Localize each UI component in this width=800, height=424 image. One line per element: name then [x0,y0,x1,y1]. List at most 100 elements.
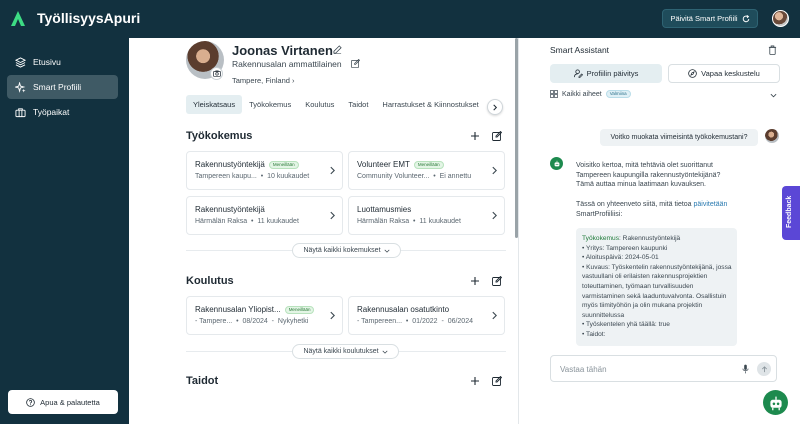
bot-summary-text-end: SmartProfiiliisi: [576,210,623,218]
work-card-org: Härmälän Raksa [357,218,410,225]
sidebar-item-label: Smart Profiili [33,82,82,92]
tab-profile-update[interactable]: Profiilin päivitys [550,64,662,83]
update-link[interactable]: päivitetään [694,201,728,208]
tab-skills[interactable]: Taidot [341,95,375,114]
edit-skills-icon[interactable] [492,376,502,386]
assistant-bot-button[interactable] [763,390,788,415]
help-circle-icon [26,397,35,407]
chat-input-box [550,355,777,382]
work-card-org: Community Volunteer... [357,173,430,180]
chevron-right-icon [330,311,335,320]
bot-summary-text: Tässä on yhteenveto siitä, mitä tietoa [576,201,694,208]
arrow-up-icon [761,365,767,372]
user-edit-icon [573,69,583,78]
chevron-down-icon[interactable] [770,92,777,99]
education-card[interactable]: Rakennusalan Yliopist... Meneillään - Tam… [186,296,343,335]
chevron-right-icon: › [292,76,295,85]
profile-location-text: Tampere, Finland [232,76,290,85]
help-feedback-label: Apua & palautetta [40,397,100,407]
add-skill-icon[interactable] [470,376,480,386]
show-all-education-button[interactable]: Näytä kaikki koulutukset [292,344,399,359]
feedback-tab[interactable]: Feedback [782,186,800,240]
education-card[interactable]: Rakennusalan osatutkinto - Tampereen... … [348,296,505,335]
work-card[interactable]: Rakennustyöntekijä Härmälän Raksa • 11 k… [186,196,343,235]
chat-input[interactable] [560,362,730,376]
work-experience-summary: Työkokemus: Rakennustyöntekijä • Yritys:… [576,228,737,346]
education-card-end: Nykyhetki [277,318,309,325]
edit-work-icon[interactable] [492,131,502,141]
edit-name-icon[interactable] [333,45,342,54]
summary-line: • Taidot: [582,330,606,338]
work-card[interactable]: Volunteer EMT Meneillään Community Volunt… [348,151,505,190]
briefcase-icon [15,107,26,117]
education-card-org: Tampere... [199,318,233,325]
work-card-title-text: Volunteer EMT [357,160,410,169]
add-education-icon[interactable] [470,276,480,286]
education-card-meta: - Tampereen... • 01/2022 - 06/2024 [357,318,473,325]
chevron-down-icon [384,249,390,253]
compass-icon [688,69,697,78]
ongoing-badge: Meneillään [284,305,315,314]
tab-profile-update-label: Profiilin päivitys [586,69,639,78]
education-card-title: Rakennusalan Yliopist... Meneillään [195,305,315,314]
user-message: Voitko muokata viimeisintä työkokemustan… [600,129,758,146]
edit-education-icon[interactable] [492,276,502,286]
app-logo-icon [11,11,25,26]
user-avatar[interactable] [772,10,789,27]
help-feedback-button[interactable]: Apua & palautetta [8,390,118,414]
work-card[interactable]: Luottamusmies Härmälän Raksa • 11 kuukau… [348,196,505,235]
tab-free-chat[interactable]: Vapaa keskustelu [668,64,780,83]
work-card-title-text: Luottamusmies [357,205,412,214]
change-photo-button[interactable] [210,67,223,80]
education-card-end: 06/2024 [447,318,473,325]
ongoing-badge: Meneillään [413,160,444,169]
summary-line: • Yritys: Tampereen kaupunki [582,244,668,252]
chevron-right-icon [492,211,497,220]
sidebar-item-jobs[interactable]: Työpaikat [7,100,118,124]
refresh-icon [742,14,749,22]
topics-selector[interactable]: Kaikki aiheet Valmiina [550,90,631,98]
camera-icon [212,70,221,77]
education-card-start: 08/2024 [242,318,268,325]
tab-overview[interactable]: Yleiskatsaus [186,95,243,114]
tab-hobbies[interactable]: Harrastukset & Kiinnostukset [375,95,485,114]
summary-heading: Työkokemus: Rakennustyöntekijä [582,234,737,244]
work-card-meta: Härmälän Raksa • 11 kuukaudet [357,218,461,225]
show-all-work-label: Näytä kaikki kokemukset [303,247,381,254]
education-card-start: 01/2022 [412,318,438,325]
education-card-title: Rakennusalan osatutkinto [357,305,449,314]
tab-education[interactable]: Koulutus [298,95,341,114]
microphone-icon[interactable] [742,364,749,374]
tab-work[interactable]: Työkokemus [242,95,298,114]
education-card-title-text: Rakennusalan osatutkinto [357,305,450,314]
robot-icon [769,396,782,410]
chevron-right-icon [330,211,335,220]
education-card-title-text: Rakennusalan Yliopist... [195,305,281,314]
tabs-scroll-right-button[interactable] [487,99,503,115]
work-card-title-text: Rakennustyöntekijä [195,160,265,169]
show-all-work-button[interactable]: Näytä kaikki kokemukset [292,243,401,258]
trash-icon[interactable] [768,45,777,55]
work-card-meta: Tampereen kaupu... • 10 kuukaudet [195,173,310,180]
add-work-icon[interactable] [470,131,480,141]
sidebar-item-smart-profile[interactable]: Smart Profiili [7,75,118,99]
work-card-title-text: Rakennustyöntekijä [195,205,265,214]
bot-message-text: Voisitko kertoa, mitä tehtäviä olet suor… [576,162,721,189]
send-button[interactable] [757,362,771,376]
work-card-meta: Community Volunteer... • Ei annettu [357,173,472,180]
work-card[interactable]: Rakennustyöntekijä Meneillään Tampereen k… [186,151,343,190]
skills-section-title: Taidot [186,375,219,387]
sidebar-item-label: Työpaikat [33,107,70,117]
profile-location[interactable]: Tampere, Finland › [232,76,295,85]
topics-label: Kaikki aiheet [562,90,602,98]
grid-icon [550,90,558,98]
work-card-title: Rakennustyöntekijä [195,205,265,214]
chevron-down-icon [382,350,388,354]
smart-assistant-panel: Smart Assistant Profiilin päivitys Vapaa… [519,38,800,424]
edit-title-icon[interactable] [351,59,360,68]
update-profile-button[interactable]: Päivitä Smart Profiili [662,9,758,28]
work-section-title: Työkokemus [186,130,253,142]
work-card-title: Volunteer EMT Meneillään [357,160,444,169]
profile-name: Joonas Virtanen [232,43,333,58]
sidebar-item-home[interactable]: Etusivu [7,50,118,74]
